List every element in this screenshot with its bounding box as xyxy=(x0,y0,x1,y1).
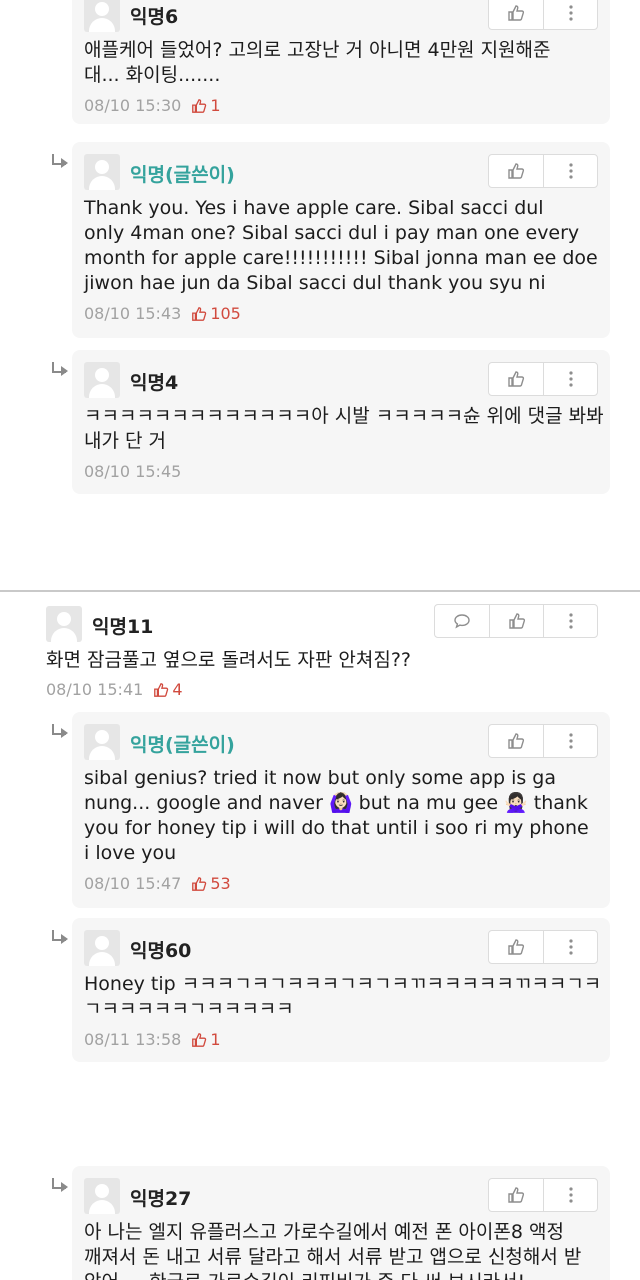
like-button[interactable] xyxy=(489,155,543,187)
avatar xyxy=(84,930,120,966)
thumbs-up-icon xyxy=(508,163,525,179)
more-vertical-icon xyxy=(568,939,573,955)
nickname: 익명(글쓴이) xyxy=(130,734,235,756)
comment-text: 애플케어 들었어? 고의로 고장난 거 아니면 4만원 지원해준 대... 화이… xyxy=(84,39,551,86)
avatar xyxy=(46,606,82,642)
comment-text: Thank you. Yes i have apple care. Sibal … xyxy=(84,197,598,294)
like-count: 4 xyxy=(153,680,183,699)
timestamp: 08/10 15:41 xyxy=(46,680,144,699)
more-vertical-icon xyxy=(568,163,573,179)
thumbs-up-icon xyxy=(192,98,207,113)
reply-arrow-icon xyxy=(50,1178,68,1194)
comment-meta: 08/10 15:41 4 xyxy=(46,680,183,699)
comment-actions xyxy=(434,604,598,638)
comment-text: Honey tip ㅋㅋㅋㄱㅋㄱㅋㅋㅋㄱㅋㄱㅋㄲㅋㅋㅋㅋㅋㄲㅋㅋㄱㅋ ㄱㅋㅋㅋㅋ… xyxy=(84,973,602,1020)
comment-meta: 08/10 15:30 1 xyxy=(84,96,221,115)
thumbs-up-icon xyxy=(508,1187,525,1203)
like-count: 1 xyxy=(191,96,221,115)
more-button[interactable] xyxy=(543,725,597,757)
like-count: 1 xyxy=(191,1030,221,1049)
comment-actions xyxy=(488,362,598,396)
like-button[interactable] xyxy=(489,363,543,395)
avatar xyxy=(84,724,120,760)
comment-item: 익명4 ㅋㅋㅋㅋㅋㅋㅋㅋㅋㅋㅋㅋㅋ아 시발 ㅋㅋㅋㅋㅋ슌 위에 댓글 봐봐 내가… xyxy=(0,348,640,498)
more-button[interactable] xyxy=(543,363,597,395)
comment-meta: 08/10 15:43 105 xyxy=(84,304,241,323)
comment-meta: 08/10 15:45 xyxy=(84,462,181,481)
avatar xyxy=(84,0,120,32)
avatar xyxy=(84,1178,120,1214)
reply-arrow-icon xyxy=(50,724,68,740)
avatar xyxy=(84,362,120,398)
comment-meta: 08/11 13:58 1 xyxy=(84,1030,221,1049)
thumbs-up-icon xyxy=(154,682,169,697)
thumbs-up-icon xyxy=(508,733,525,749)
timestamp: 08/11 13:58 xyxy=(84,1030,182,1049)
like-button[interactable] xyxy=(489,725,543,757)
comment-actions xyxy=(488,930,598,964)
like-button[interactable] xyxy=(489,931,543,963)
reply-arrow-icon xyxy=(50,362,68,378)
comment-actions xyxy=(488,154,598,188)
comment-text: sibal genius? tried it now but only some… xyxy=(84,767,589,864)
more-button[interactable] xyxy=(543,1179,597,1211)
more-vertical-icon xyxy=(568,613,573,629)
timestamp: 08/10 15:47 xyxy=(84,874,182,893)
nickname: 익명27 xyxy=(130,1188,192,1210)
comment-item: 익명60 Honey tip ㅋㅋㅋㄱㅋㄱㅋㅋㅋㄱㅋㄱㅋㄲㅋㅋㅋㅋㅋㄲㅋㅋㄱㅋ … xyxy=(0,916,640,1066)
comment-text: 화면 잠금풀고 옆으로 돌려서도 자판 안쳐짐?? xyxy=(46,649,412,671)
more-button[interactable] xyxy=(543,931,597,963)
comment-item: 익명11 화면 잠금풀고 옆으로 돌려서도 자판 안쳐짐?? 08/10 15:… xyxy=(0,600,640,710)
nickname: 익명6 xyxy=(130,6,179,28)
timestamp: 08/10 15:43 xyxy=(84,304,182,323)
more-vertical-icon xyxy=(568,733,573,749)
thumbs-up-icon xyxy=(192,306,207,321)
avatar xyxy=(84,154,120,190)
speech-bubble-icon xyxy=(454,614,470,629)
thumbs-up-icon xyxy=(192,876,207,891)
timestamp: 08/10 15:45 xyxy=(84,462,182,481)
thumbs-up-icon xyxy=(508,613,525,629)
thumbs-up-icon xyxy=(508,939,525,955)
more-vertical-icon xyxy=(568,371,573,387)
thumbs-up-icon xyxy=(508,371,525,387)
comment-item: 익명(글쓴이) Thank you. Yes i have apple care… xyxy=(0,140,640,340)
more-vertical-icon xyxy=(568,5,573,21)
comment-actions xyxy=(488,724,598,758)
comment-text: 아 나는 엘지 유플러스고 가로수길에서 예전 폰 아이폰8 액정 깨져서 돈 … xyxy=(84,1221,582,1280)
nickname: 익명60 xyxy=(130,940,192,962)
like-button[interactable] xyxy=(489,1179,543,1211)
comment-actions xyxy=(488,1178,598,1212)
nickname: 익명(글쓴이) xyxy=(130,164,235,186)
more-button[interactable] xyxy=(543,155,597,187)
thread-divider xyxy=(0,590,640,592)
nickname: 익명4 xyxy=(130,372,179,394)
like-button[interactable] xyxy=(489,0,543,29)
comment-text: ㅋㅋㅋㅋㅋㅋㅋㅋㅋㅋㅋㅋㅋ아 시발 ㅋㅋㅋㅋㅋ슌 위에 댓글 봐봐 내가 단 거 xyxy=(84,405,604,452)
more-button[interactable] xyxy=(543,0,597,29)
more-button[interactable] xyxy=(543,605,597,637)
timestamp: 08/10 15:30 xyxy=(84,96,182,115)
thumbs-up-icon xyxy=(192,1032,207,1047)
like-button[interactable] xyxy=(489,605,543,637)
reply-arrow-icon xyxy=(50,154,68,170)
reply-arrow-icon xyxy=(50,930,68,946)
comment-actions xyxy=(488,0,598,30)
comment-item: 익명6 애플케어 들었어? 고의로 고장난 거 아니면 4만원 지원해준 대..… xyxy=(0,0,640,130)
thumbs-up-icon xyxy=(508,5,525,21)
like-count: 105 xyxy=(191,304,241,323)
more-vertical-icon xyxy=(568,1187,573,1203)
nickname: 익명11 xyxy=(92,616,154,638)
comment-item: 익명(글쓴이) sibal genius? tried it now but o… xyxy=(0,710,640,910)
comment-item: 익명27 아 나는 엘지 유플러스고 가로수길에서 예전 폰 아이폰8 액정 깨… xyxy=(0,1164,640,1280)
like-count: 53 xyxy=(191,874,231,893)
reply-button[interactable] xyxy=(435,605,489,637)
comment-meta: 08/10 15:47 53 xyxy=(84,874,231,893)
